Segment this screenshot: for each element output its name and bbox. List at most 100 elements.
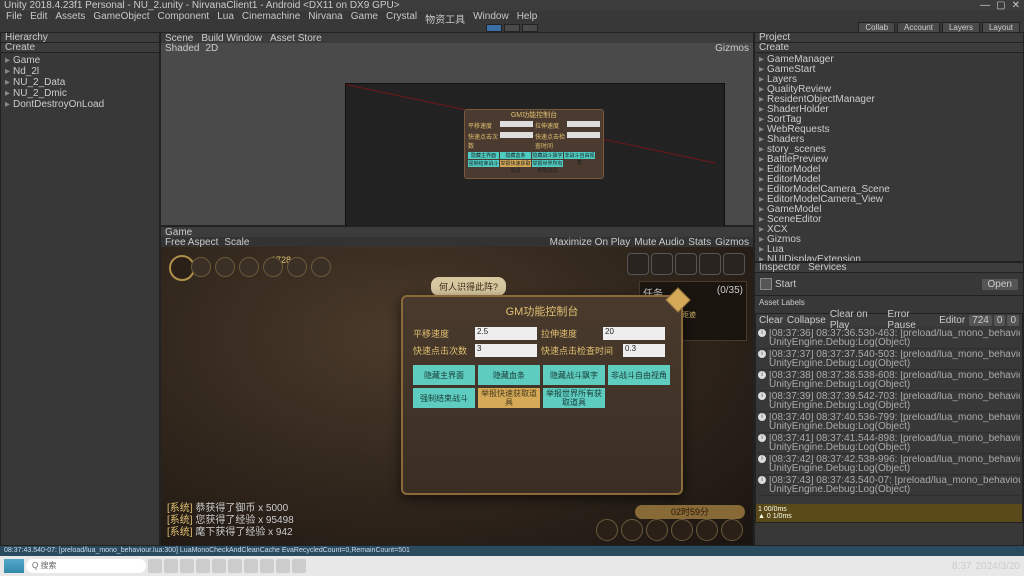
console-row[interactable]: i[08:37:43] 08:37:43.540-07: [preload/lu… (758, 475, 1020, 496)
console-info-count[interactable]: 724 (969, 315, 992, 326)
hierarchy-item[interactable]: ▸NU_2_Data (5, 77, 155, 88)
console-warn-count[interactable]: 0 (994, 315, 1006, 326)
taskbar-icon[interactable] (292, 559, 306, 573)
hud-icon[interactable] (239, 257, 259, 277)
gm-input-clicks[interactable]: 3 (475, 344, 537, 357)
hud-icon[interactable] (287, 257, 307, 277)
hierarchy-create[interactable]: Create (5, 42, 35, 53)
console-clear[interactable]: Clear (759, 315, 783, 326)
taskbar-icon[interactable] (212, 559, 226, 573)
taskbar-icon[interactable] (260, 559, 274, 573)
hud-icon[interactable] (215, 257, 235, 277)
play-button[interactable] (486, 24, 502, 32)
game-maximize[interactable]: Maximize On Play (550, 237, 631, 247)
minimize-icon[interactable]: — (980, 0, 990, 11)
console-row[interactable]: i[08:37:37] 08:37:37.540-503: [preload/l… (758, 349, 1020, 370)
tray-time[interactable]: 8:37 (952, 561, 971, 572)
console-row[interactable]: i[08:37:40] 08:37:40.536-799: [preload/l… (758, 412, 1020, 433)
scene-canvas[interactable]: GM功能控制台 平移速度拉伸速度 快速点击次数快速点击检查时间 隐藏主界面隐藏血… (161, 53, 753, 225)
console-row[interactable]: i[08:37:38] 08:37:38.538-608: [preload/l… (758, 370, 1020, 391)
skill-icon[interactable] (721, 519, 743, 541)
menu-tools[interactable]: 物资工具 (425, 11, 465, 23)
close-icon[interactable]: ✕ (1012, 0, 1020, 11)
game-stats[interactable]: Stats (688, 237, 711, 247)
project-item[interactable]: ▸GameStart (759, 65, 1019, 75)
taskbar-icon[interactable] (164, 559, 178, 573)
menu-gameobject[interactable]: GameObject (93, 11, 149, 23)
console-row[interactable]: i[08:37:42] 08:37:42.538-996: [preload/l… (758, 454, 1020, 475)
maximize-icon[interactable]: ▢ (996, 0, 1005, 11)
menu-cinemachine[interactable]: Cinemachine (242, 11, 300, 23)
taskbar-icon[interactable] (276, 559, 290, 573)
hud-icon[interactable] (191, 257, 211, 277)
game-world[interactable]: 1728 何人识得此阵? 任务 (0/35) [众神之路] [主线]测天的距迹 … (161, 247, 753, 545)
taskbar-icon[interactable] (244, 559, 258, 573)
scene-2d[interactable]: 2D (205, 43, 218, 53)
tab-buildwindow[interactable]: Build Window (201, 33, 262, 43)
party-avatar[interactable] (651, 253, 673, 275)
start-button[interactable] (4, 559, 24, 573)
open-button[interactable]: Open (982, 279, 1018, 290)
game-aspect[interactable]: Free Aspect (165, 237, 218, 247)
project-item[interactable]: ▸SceneEditor (759, 215, 1019, 225)
gm-input-pan[interactable]: 2.5 (475, 327, 537, 340)
scene-shaded[interactable]: Shaded (165, 43, 199, 53)
hud-icon[interactable] (263, 257, 283, 277)
menu-window[interactable]: Window (473, 11, 509, 23)
project-item[interactable]: ▸NUIDisplayExtension (759, 255, 1019, 261)
game-gizmos[interactable]: Gizmos (715, 237, 749, 247)
gm-input-checktime[interactable]: 0.3 (623, 344, 665, 357)
hud-icon[interactable] (311, 257, 331, 277)
skill-icon[interactable] (596, 519, 618, 541)
menu-file[interactable]: File (6, 11, 22, 23)
skill-icon[interactable] (646, 519, 668, 541)
game-mute[interactable]: Mute Audio (634, 237, 684, 247)
gm-btn-free-cam[interactable]: 非战斗自由视角 (608, 365, 670, 385)
services-tab[interactable]: Services (808, 262, 846, 273)
console-collapse[interactable]: Collapse (787, 315, 826, 326)
menu-edit[interactable]: Edit (30, 11, 47, 23)
menu-nirvana[interactable]: Nirvana (308, 11, 342, 23)
console-row[interactable]: i[08:37:41] 08:37:41.544-898: [preload/l… (758, 433, 1020, 454)
taskbar-icon[interactable] (196, 559, 210, 573)
gm-input-stretch[interactable]: 20 (603, 327, 665, 340)
skill-icon[interactable] (671, 519, 693, 541)
tray-date[interactable]: 2024/3/20 (976, 561, 1021, 572)
gm-btn-report-fast[interactable]: 举报快速获取道具 (478, 388, 540, 408)
gm-btn-hide-dmg[interactable]: 隐藏战斗飘字 (543, 365, 605, 385)
console-row[interactable]: i[08:37:39] 08:37:39.542-703: [preload/l… (758, 391, 1020, 412)
hierarchy-item[interactable]: ▸DontDestroyOnLoad (5, 99, 155, 110)
taskbar-icon[interactable] (148, 559, 162, 573)
party-avatar[interactable] (627, 253, 649, 275)
project-create[interactable]: Create (759, 42, 789, 53)
inspector-tab[interactable]: Inspector (759, 262, 800, 273)
gm-btn-hide-hp[interactable]: 隐藏血条 (478, 365, 540, 385)
scene-gizmos[interactable]: Gizmos (715, 43, 749, 53)
console-error-count[interactable]: 0 (1007, 315, 1019, 326)
party-avatar[interactable] (699, 253, 721, 275)
taskbar-icon[interactable] (228, 559, 242, 573)
menu-crystal[interactable]: Crystal (386, 11, 417, 23)
menu-help[interactable]: Help (517, 11, 538, 23)
hierarchy-item[interactable]: ▸Nd_2l (5, 66, 155, 77)
party-avatar[interactable] (675, 253, 697, 275)
taskbar-icon[interactable] (180, 559, 194, 573)
party-avatar[interactable] (723, 253, 745, 275)
pause-button[interactable] (504, 24, 520, 32)
menu-lua[interactable]: Lua (217, 11, 234, 23)
menu-component[interactable]: Component (158, 11, 210, 23)
skill-icon[interactable] (621, 519, 643, 541)
console-row[interactable]: i[08:37:36] 08:37:36.530-463: [preload/l… (758, 328, 1020, 349)
menu-game[interactable]: Game (351, 11, 378, 23)
console-editor[interactable]: Editor (939, 315, 965, 326)
tab-assetstore[interactable]: Asset Store (270, 33, 322, 43)
skill-icon[interactable] (696, 519, 718, 541)
game-scale[interactable]: Scale (224, 237, 249, 247)
gm-btn-end-battle[interactable]: 强制结束战斗 (413, 388, 475, 408)
hierarchy-item[interactable]: ▸NU_2_Dmic (5, 88, 155, 99)
menu-assets[interactable]: Assets (55, 11, 85, 23)
gm-btn-hide-ui[interactable]: 隐藏主界面 (413, 365, 475, 385)
project-item[interactable]: ▸Gizmos (759, 235, 1019, 245)
step-button[interactable] (522, 24, 538, 32)
gm-btn-report-world[interactable]: 举报世界所有获取道具 (543, 388, 605, 408)
